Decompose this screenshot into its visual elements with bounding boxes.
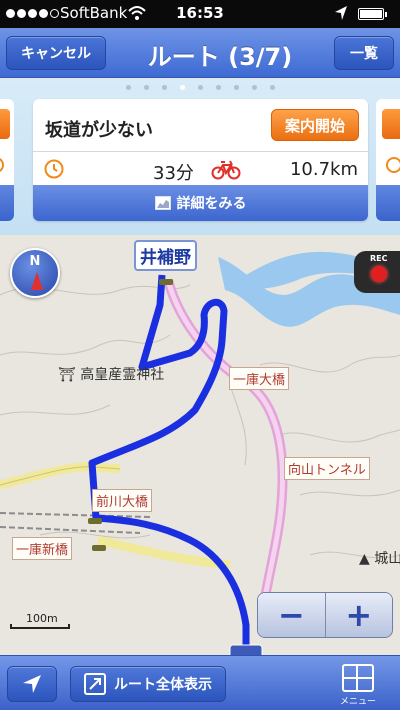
menu-label: メニュー bbox=[339, 697, 376, 707]
battery-icon bbox=[358, 8, 387, 20]
bottom-toolbar: ルート全体表示 メニュー bbox=[0, 655, 400, 710]
compass-north-label: N bbox=[29, 254, 41, 269]
shrine-icon: ⛩ bbox=[58, 367, 76, 383]
compass-button[interactable]: N bbox=[10, 248, 60, 298]
page-dot bbox=[161, 85, 167, 90]
bridge-label: 前川大橋 bbox=[92, 489, 153, 512]
location-arrow-icon bbox=[23, 675, 41, 693]
cancel-button[interactable]: キャンセル bbox=[6, 36, 106, 70]
expand-route-icon bbox=[84, 673, 106, 695]
page-dot bbox=[269, 85, 275, 90]
clock-icon bbox=[44, 159, 64, 179]
record-button[interactable]: REC bbox=[354, 251, 400, 293]
show-whole-route-button[interactable]: ルート全体表示 bbox=[70, 666, 226, 702]
clock-icon bbox=[386, 157, 400, 173]
show-details-label: 詳細をみる bbox=[176, 196, 247, 212]
page-dot bbox=[233, 85, 239, 90]
page-dot bbox=[197, 85, 203, 90]
current-location-button[interactable] bbox=[7, 666, 57, 702]
location-arrow-icon bbox=[335, 6, 347, 20]
route-name: 坂道が少ない bbox=[45, 120, 153, 141]
record-label: REC bbox=[370, 254, 388, 263]
show-details-button[interactable]: 詳細をみる bbox=[33, 185, 368, 221]
route-distance: 10.7km bbox=[289, 159, 358, 180]
bridge-label: 一庫新橋 bbox=[12, 537, 73, 560]
record-icon bbox=[371, 266, 387, 282]
next-route-card[interactable] bbox=[376, 99, 400, 221]
tunnel-label: 向山トンネル bbox=[284, 457, 370, 480]
bicycle-icon bbox=[211, 160, 241, 180]
clock-icon bbox=[0, 157, 4, 173]
page-dot bbox=[215, 85, 221, 90]
page-title: ルート (3/7) bbox=[147, 43, 293, 71]
shrine-label: ⛩ 高皇産霊神社 bbox=[58, 367, 165, 383]
station-label: 井補野 bbox=[134, 240, 197, 271]
page-dot bbox=[251, 85, 257, 90]
map-scale: 100m bbox=[10, 612, 74, 632]
status-bar: SoftBank 16:53 bbox=[0, 0, 400, 28]
page-dot bbox=[179, 85, 185, 90]
compass-needle-icon bbox=[31, 272, 43, 290]
navigation-bar: キャンセル ルート (3/7) 一覧 bbox=[0, 28, 400, 78]
scale-bar bbox=[10, 624, 70, 629]
zoom-controls: − + bbox=[257, 592, 393, 638]
divider bbox=[33, 151, 368, 152]
route-list-button[interactable]: 一覧 bbox=[334, 36, 394, 70]
page-dot bbox=[143, 85, 149, 90]
menu-button[interactable]: メニュー bbox=[336, 664, 380, 708]
show-whole-route-label: ルート全体表示 bbox=[114, 677, 212, 693]
bridge-label: 一庫大橋 bbox=[229, 367, 290, 390]
route-card[interactable]: 坂道が少ない 案内開始 33分 10.7km 詳細をみる bbox=[33, 99, 368, 221]
page-indicator bbox=[0, 85, 400, 90]
route-duration: 33分 bbox=[153, 163, 194, 184]
zoom-in-button[interactable]: + bbox=[325, 593, 392, 637]
elevation-chart-icon bbox=[154, 196, 171, 210]
route-carousel[interactable]: 坂道が少ない 案内開始 33分 10.7km 詳細をみる bbox=[0, 79, 400, 235]
menu-grid-icon bbox=[342, 664, 374, 692]
castle-label: ▲ 城山 bbox=[359, 551, 400, 567]
page-dot bbox=[125, 85, 131, 90]
previous-route-card[interactable] bbox=[0, 99, 14, 221]
start-guidance-button[interactable]: 案内開始 bbox=[271, 109, 359, 141]
zoom-out-button[interactable]: − bbox=[258, 593, 326, 637]
